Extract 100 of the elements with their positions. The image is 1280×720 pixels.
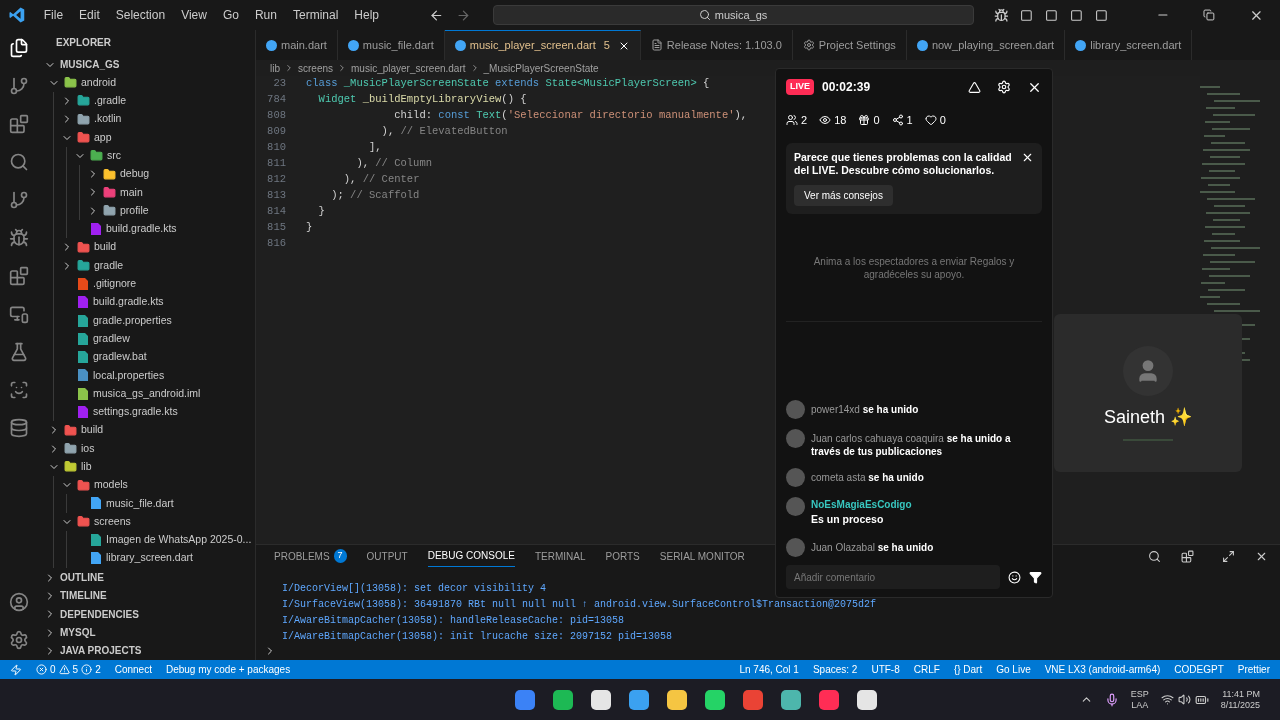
panel-tab[interactable]: OUTPUT [366,545,408,567]
section-header[interactable]: TIMELINE [60,588,107,604]
layout-icon[interactable] [1020,8,1034,22]
editor-tab[interactable]: Release Notes: 1.103.0 [640,30,793,60]
tree-item[interactable]: gradle.properties [93,312,172,329]
menu-item[interactable]: View [175,6,213,24]
maximize-icon[interactable] [1222,549,1235,563]
list-icon[interactable] [1181,549,1194,563]
taskbar-app-icon[interactable] [666,689,687,710]
editor-tab[interactable]: main.dart [256,30,338,60]
tree-item[interactable]: .gradle [94,93,127,109]
taskbar-app-icon[interactable] [552,689,573,710]
activity-icon[interactable] [9,38,29,58]
taskbar-app-icon[interactable] [856,689,877,710]
tree-item[interactable]: debug [120,166,150,182]
tree-item[interactable]: app [94,129,112,146]
status-item[interactable]: {} Dart [953,662,983,677]
status-item[interactable]: CODEGPT [1174,662,1224,677]
status-item[interactable]: VNE LX3 (android-arm64) [1044,662,1161,677]
tree-item[interactable]: android [81,74,117,91]
panel-tab[interactable]: SERIAL MONITOR [659,545,745,567]
filter-icon[interactable] [1029,570,1042,584]
layout-icon[interactable] [1094,8,1108,22]
tree-item[interactable]: settings.gradle.kts [93,404,178,420]
tree-item[interactable]: main [120,184,143,201]
project-root[interactable]: MUSICA_GS [60,57,120,73]
taskbar-app-icon[interactable] [628,689,649,710]
info-count[interactable]: 2 [95,662,101,677]
status-item[interactable]: Go Live [996,662,1031,677]
tree-item[interactable]: lib [81,459,92,475]
remote-icon[interactable] [10,663,22,676]
info-icon[interactable] [81,664,93,675]
section-header[interactable]: JAVA PROJECTS [60,643,142,659]
status-item[interactable]: Debug my code + packages [165,662,291,677]
panel-tab[interactable]: DEBUG CONSOLE [427,545,515,567]
language-indicator[interactable]: ESP [1130,688,1149,700]
tree-item[interactable]: build [94,239,117,256]
taskbar-app-icon[interactable] [780,689,801,710]
panel-tab[interactable]: PORTS [605,545,640,567]
taskbar-app-icon[interactable] [590,689,611,710]
tips-button[interactable]: Ver más consejos [794,185,893,206]
error-count[interactable]: 0 [50,662,56,677]
search-icon[interactable] [1148,549,1161,563]
tree-item[interactable]: local.properties [93,367,165,384]
section-header[interactable]: OUTLINE [60,570,104,586]
tree-item[interactable]: gradlew.bat [93,349,147,365]
tree-item[interactable]: ios [81,440,95,457]
editor-tab[interactable]: music_file.dart [337,30,445,60]
menu-item[interactable]: Selection [109,6,172,24]
menu-item[interactable]: Go [216,6,245,24]
warning-count[interactable]: 5 [72,662,79,677]
editor-tab[interactable]: library_screen.dart [1065,30,1193,60]
editor-tab[interactable]: music_player_screen.dart 5 [444,30,641,60]
restore-icon[interactable] [1203,9,1216,21]
volume-icon[interactable] [1177,693,1191,706]
error-icon[interactable] [36,664,47,675]
tree-item[interactable]: screens [94,513,131,530]
status-item[interactable]: Prettier [1237,662,1270,677]
menu-item[interactable]: Terminal [286,6,345,24]
tree-item[interactable]: build [81,422,104,439]
status-item[interactable]: CRLF [913,662,940,677]
menu-item[interactable]: Help [348,6,385,24]
layout-icon[interactable] [1045,8,1058,22]
tree-item[interactable]: models [94,477,128,494]
tree-item[interactable]: Imagen de WhatsApp 2025-0... [106,532,252,548]
status-item[interactable]: UTF-8 [871,662,900,677]
account-icon[interactable] [9,592,29,612]
warning-icon[interactable] [58,664,70,675]
command-search-field[interactable]: musica_gs [492,5,974,25]
tree-item[interactable]: library_screen.dart [106,550,193,567]
tree-item[interactable]: .gitignore [93,276,137,292]
close-icon[interactable] [1021,151,1034,164]
taskbar-app-icon[interactable] [704,689,725,710]
layout-icon[interactable] [1069,8,1083,22]
keyboard-layout[interactable]: LAA [1131,699,1149,711]
triangle-icon[interactable] [968,80,981,94]
clock-time[interactable]: 11:41 PM [1222,688,1260,700]
breadcrumb-item[interactable]: music_player_screen.dart [351,60,466,76]
tree-item[interactable]: src [107,147,121,164]
tree-item[interactable]: build.gradle.kts [93,294,164,311]
status-item[interactable]: Ln 746, Col 1 [739,662,799,677]
status-item[interactable]: Spaces: 2 [812,662,858,677]
tree-item[interactable]: profile [120,202,149,219]
section-header[interactable]: MYSQL [60,625,96,641]
comment-field[interactable]: Añadir comentario [786,565,1000,589]
panel-tab[interactable]: TERMINAL [534,545,586,567]
tree-item[interactable]: build.gradle.kts [106,221,177,237]
microphone-icon[interactable] [1104,692,1119,707]
tree-item[interactable]: gradle [94,257,124,274]
menu-item[interactable]: File [37,6,70,24]
status-item[interactable]: Connect [114,662,152,677]
section-header[interactable]: DEPENDENCIES [60,606,139,622]
emoji-icon[interactable] [1008,570,1021,584]
tree-item[interactable]: music_file.dart [106,495,174,512]
tree-item[interactable]: gradlew [93,330,130,347]
wifi-icon[interactable] [1160,693,1174,706]
editor-tab[interactable]: now_playing_screen.dart [906,30,1066,60]
panel-tab[interactable]: PROBLEMS 7 [274,545,347,567]
breadcrumb-item[interactable]: lib [270,60,280,76]
tree-item[interactable]: musica_gs_android.iml [93,385,201,402]
